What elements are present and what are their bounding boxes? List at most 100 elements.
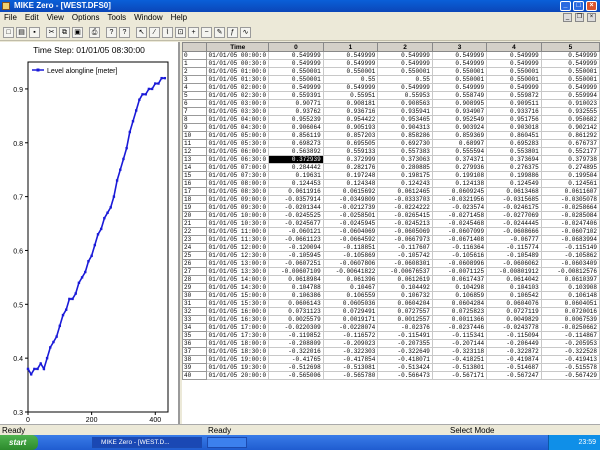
- value-cell[interactable]: 0.904313: [377, 123, 433, 132]
- value-cell[interactable]: 0.903924: [431, 123, 488, 132]
- value-cell[interactable]: 0.0614042: [486, 275, 542, 284]
- value-cell[interactable]: -0.0683994: [540, 235, 600, 244]
- value-cell[interactable]: 0.0011366: [431, 315, 488, 324]
- time-cell[interactable]: 01/01/05 07:00:0: [206, 163, 270, 172]
- paste-icon[interactable]: ▣: [72, 27, 83, 38]
- value-cell[interactable]: 0.908995: [431, 99, 488, 108]
- value-cell[interactable]: 0.199504: [540, 171, 600, 180]
- value-cell[interactable]: 0.274895: [540, 163, 600, 172]
- value-cell[interactable]: 0.932555: [540, 107, 600, 116]
- value-cell[interactable]: -0.322528: [540, 347, 600, 356]
- value-cell[interactable]: -0.115774: [486, 243, 542, 252]
- value-cell[interactable]: 0.549999: [377, 83, 433, 92]
- value-cell[interactable]: 0.676737: [540, 139, 600, 148]
- value-cell[interactable]: 0.933716: [486, 107, 542, 116]
- value-cell[interactable]: 0.0049829: [486, 315, 542, 324]
- value-cell[interactable]: 0.557383: [377, 147, 433, 156]
- value-cell[interactable]: 0.284442: [268, 163, 324, 172]
- value-cell[interactable]: -0.0603409: [540, 259, 600, 268]
- value-cell[interactable]: 0.858286: [377, 131, 433, 140]
- value-cell[interactable]: -0.417854: [322, 355, 379, 364]
- draw-line-icon[interactable]: ⁄: [149, 27, 160, 38]
- value-cell[interactable]: 0.124138: [431, 179, 488, 188]
- column-header-time[interactable]: Time: [206, 42, 270, 52]
- value-cell[interactable]: 0.549999: [486, 83, 542, 92]
- time-cell[interactable]: 01/01/05 04:00:0: [206, 115, 270, 124]
- time-cell[interactable]: 01/01/05 17:30:0: [206, 331, 270, 340]
- value-cell[interactable]: 0.549999: [486, 51, 542, 60]
- value-cell[interactable]: 0.0611916: [268, 187, 324, 196]
- value-cell[interactable]: 0.10467: [322, 283, 379, 292]
- value-cell[interactable]: 0.68997: [431, 139, 488, 148]
- menu-edit[interactable]: Edit: [21, 12, 43, 24]
- value-cell[interactable]: 0.550001: [486, 67, 542, 76]
- value-cell[interactable]: 0.0612465: [377, 187, 433, 196]
- value-cell[interactable]: -0.209023: [322, 339, 379, 348]
- time-cell[interactable]: 01/01/05 15:00:0: [206, 291, 270, 300]
- value-cell[interactable]: -0.00801912: [486, 267, 542, 276]
- value-cell[interactable]: -0.0321956: [431, 195, 488, 204]
- row-header[interactable]: 15: [182, 171, 208, 180]
- value-cell[interactable]: 0.952549: [431, 115, 488, 124]
- time-cell[interactable]: 01/01/05 09:00:0: [206, 195, 270, 204]
- value-cell[interactable]: 0.0606143: [268, 299, 324, 308]
- draw-polyline-icon[interactable]: ⌇: [162, 27, 173, 38]
- menu-view[interactable]: View: [43, 12, 68, 24]
- value-cell[interactable]: 0.549999: [322, 59, 379, 68]
- row-header[interactable]: 17: [182, 187, 208, 196]
- time-cell[interactable]: 01/01/05 12:30:0: [206, 251, 270, 260]
- value-cell[interactable]: -0.00812576: [540, 267, 600, 276]
- time-cell[interactable]: 01/01/05 20:00:0: [206, 371, 270, 380]
- value-cell[interactable]: 0.0617437: [431, 275, 488, 284]
- value-cell[interactable]: -0.02376: [377, 323, 433, 332]
- value-cell[interactable]: 0.559133: [322, 147, 379, 156]
- value-cell[interactable]: -0.565006: [268, 371, 324, 380]
- value-cell[interactable]: 0.373063: [377, 155, 433, 164]
- value-cell[interactable]: -0.0333703: [377, 195, 433, 204]
- value-cell[interactable]: 0.861292: [540, 131, 600, 140]
- value-cell[interactable]: -0.515578: [540, 363, 600, 372]
- value-cell[interactable]: 0.955239: [268, 115, 324, 124]
- help-icon[interactable]: ?: [106, 27, 117, 38]
- value-cell[interactable]: 0.695505: [322, 139, 379, 148]
- value-cell[interactable]: 0.857203: [322, 131, 379, 140]
- time-cell[interactable]: 01/01/05 05:00:0: [206, 131, 270, 140]
- value-cell[interactable]: 0.0605036: [322, 299, 379, 308]
- value-cell[interactable]: 0.549999: [268, 83, 324, 92]
- time-cell[interactable]: 01/01/05 18:00:0: [206, 339, 270, 348]
- value-cell[interactable]: -0.418071: [377, 355, 433, 364]
- value-cell[interactable]: -0.0315685: [486, 195, 542, 204]
- value-cell[interactable]: 0.856119: [268, 131, 324, 140]
- menu-tools[interactable]: Tools: [103, 12, 130, 24]
- select-icon[interactable]: ⊡: [175, 27, 186, 38]
- value-cell[interactable]: 0.550001: [377, 67, 433, 76]
- value-cell[interactable]: -0.06777: [486, 235, 542, 244]
- taskbar-button-mikezero[interactable]: MIKE Zero - [WEST.D...: [92, 437, 202, 448]
- value-cell[interactable]: 0.374371: [431, 155, 488, 164]
- value-cell[interactable]: -0.105616: [431, 251, 488, 260]
- time-cell[interactable]: 01/01/05 00:00:0: [206, 51, 270, 60]
- value-cell[interactable]: -0.116364: [431, 243, 488, 252]
- value-cell[interactable]: -0.0245213: [377, 219, 433, 228]
- value-cell[interactable]: -0.0305078: [540, 195, 600, 204]
- value-cell[interactable]: -0.0244445: [486, 219, 542, 228]
- value-cell[interactable]: 0.103908: [540, 283, 600, 292]
- value-cell[interactable]: -0.105862: [540, 251, 600, 260]
- row-header[interactable]: 27: [182, 267, 208, 276]
- value-cell[interactable]: -0.105945: [268, 251, 324, 260]
- value-cell[interactable]: -0.00676537: [377, 267, 433, 276]
- value-cell[interactable]: -0.419413: [540, 355, 600, 364]
- corner-header[interactable]: [182, 42, 208, 52]
- value-cell[interactable]: 0.0729491: [322, 307, 379, 316]
- value-cell[interactable]: 0.905193: [322, 123, 379, 132]
- time-cell[interactable]: 01/01/05 04:30:0: [206, 123, 270, 132]
- value-cell[interactable]: -0.0664592: [322, 235, 379, 244]
- value-cell[interactable]: 0.549999: [268, 51, 324, 60]
- row-header[interactable]: 4: [182, 83, 208, 92]
- value-cell[interactable]: -0.0220309: [268, 323, 324, 332]
- value-cell[interactable]: 0.549999: [540, 59, 600, 68]
- value-cell[interactable]: -0.0245677: [268, 219, 324, 228]
- copy-icon[interactable]: ⧉: [59, 27, 70, 38]
- value-cell[interactable]: -0.0667973: [377, 235, 433, 244]
- row-header[interactable]: 24: [182, 243, 208, 252]
